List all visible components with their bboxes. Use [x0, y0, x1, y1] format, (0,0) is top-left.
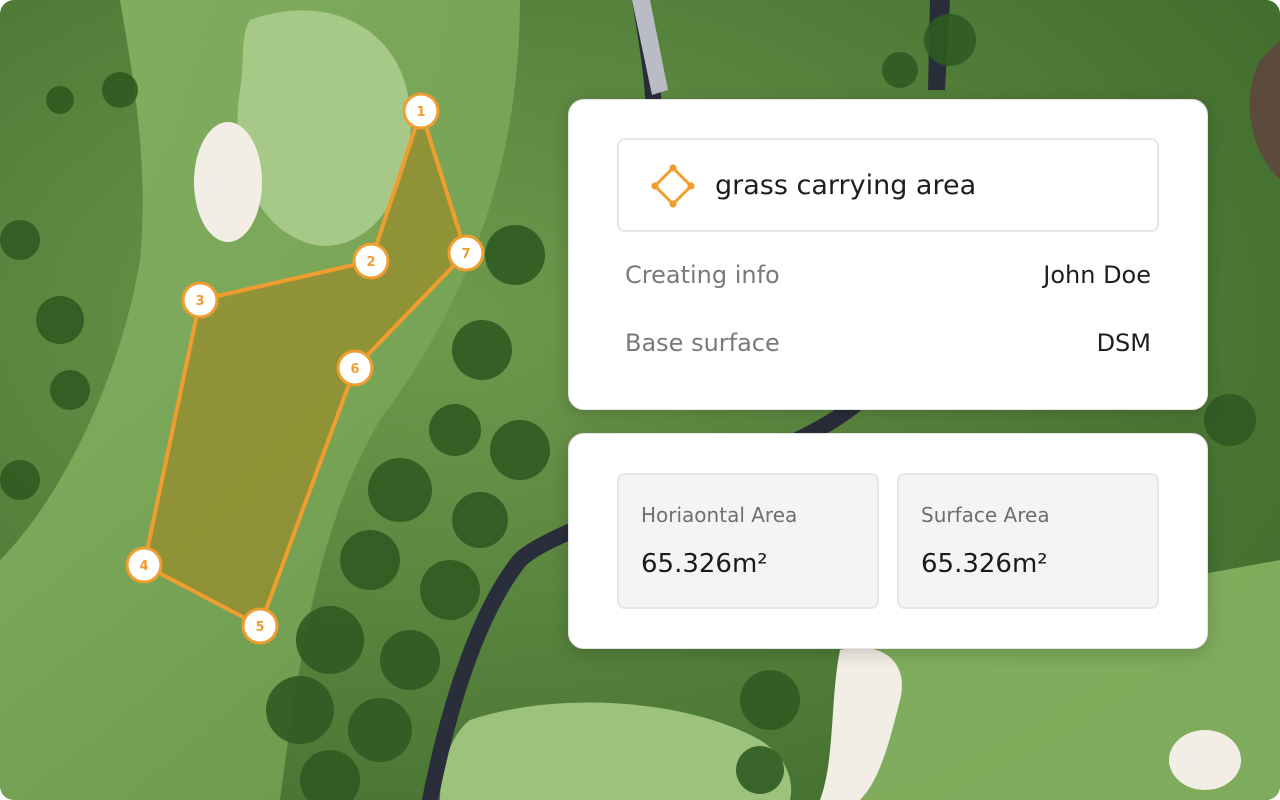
polygon-vertex-4[interactable]: 4: [125, 546, 163, 584]
vertex-label: 1: [416, 105, 425, 120]
vertex-label: 2: [366, 255, 375, 270]
bunker: [1169, 730, 1241, 790]
putting-green: [237, 10, 411, 246]
vertex-label: 6: [350, 362, 359, 377]
area-name-field[interactable]: grass carrying area: [617, 138, 1159, 232]
polygon-vertex-5[interactable]: 5: [241, 607, 279, 645]
vertex-label: 7: [461, 247, 470, 262]
info-key: Creating info: [625, 261, 780, 289]
area-name: grass carrying area: [715, 170, 977, 201]
polygon-vertex-3[interactable]: 3: [181, 281, 219, 319]
horizontal-area-tile: Horiaontal Area 65.326m²: [617, 473, 879, 609]
polygon-diamond-icon: [651, 164, 695, 208]
metric-value: 65.326m²: [641, 549, 768, 579]
metric-label: Surface Area: [921, 503, 1050, 527]
vertex-label: 3: [195, 294, 204, 309]
vertex-label: 5: [255, 620, 264, 635]
polygon-vertex-7[interactable]: 7: [447, 234, 485, 272]
polygon-vertex-2[interactable]: 2: [352, 242, 390, 280]
vertex-label: 4: [139, 559, 148, 574]
info-value: John Doe: [1043, 261, 1151, 289]
bunker: [194, 122, 262, 242]
info-row-base-surface: Base surface DSM: [625, 329, 1151, 369]
map-viewer: 1 2 3 4 5 6 7 grass carrying area Creating inf…: [0, 0, 1280, 800]
info-value: DSM: [1096, 329, 1151, 357]
polygon-vertex-1[interactable]: 1: [402, 92, 440, 130]
polygon-vertex-6[interactable]: 6: [336, 349, 374, 387]
metric-label: Horiaontal Area: [641, 503, 798, 527]
metric-value: 65.326m²: [921, 549, 1048, 579]
info-row-creating-info: Creating info John Doe: [625, 261, 1151, 301]
surface-area-tile: Surface Area 65.326m²: [897, 473, 1159, 609]
info-panel: grass carrying area Creating info John D…: [568, 99, 1208, 410]
area-panel: Horiaontal Area 65.326m² Surface Area 65…: [568, 433, 1208, 649]
info-key: Base surface: [625, 329, 780, 357]
